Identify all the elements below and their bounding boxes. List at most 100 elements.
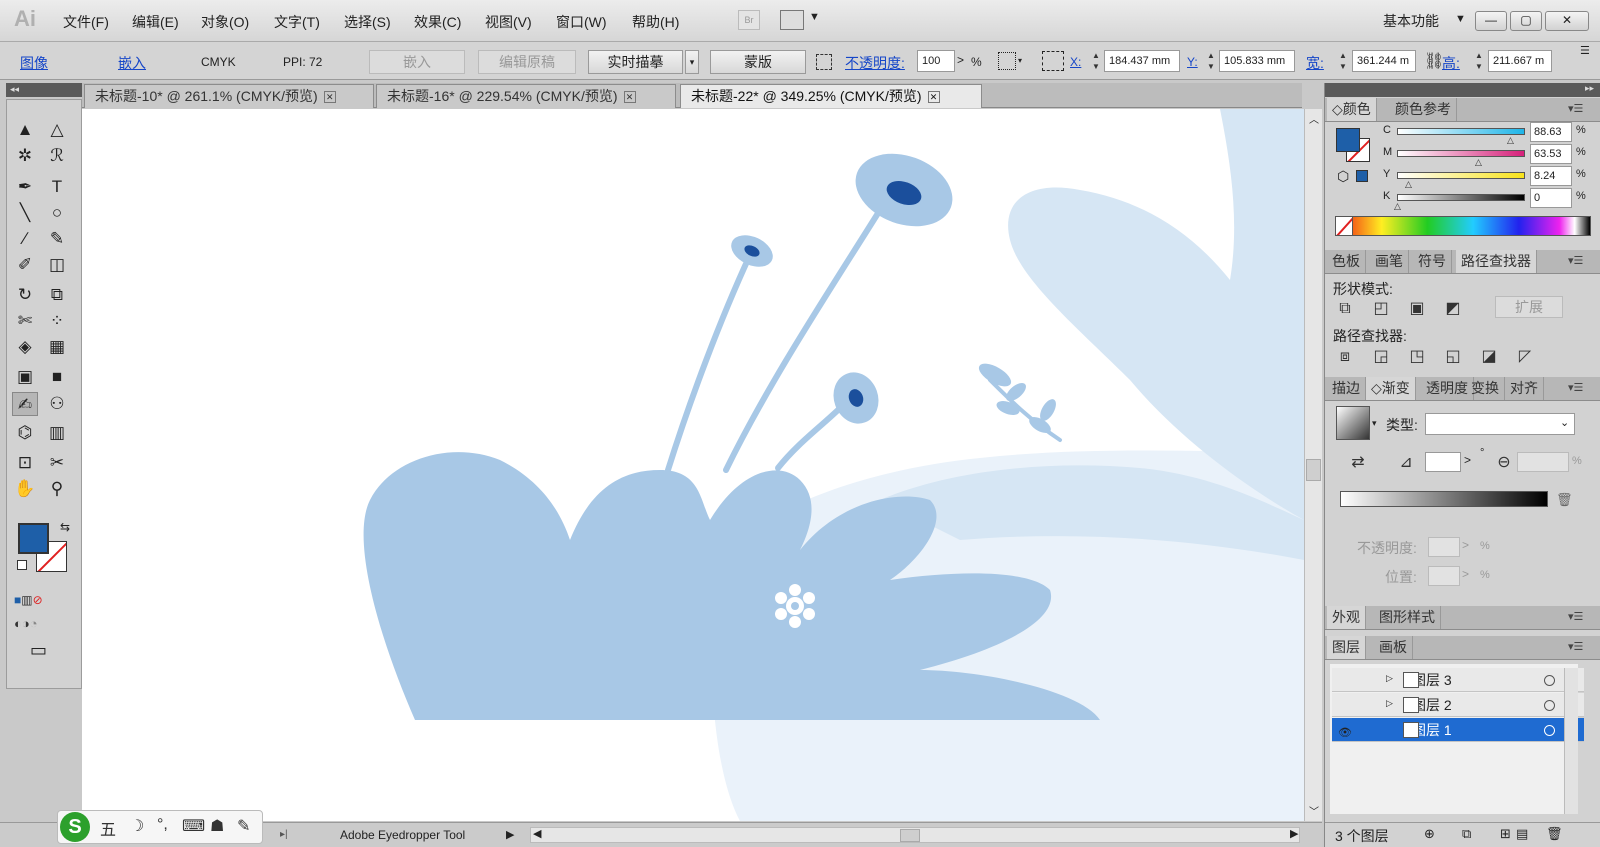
expand-layer-icon[interactable]: ▷ — [1386, 673, 1393, 684]
gradient-opacity-arrow-icon[interactable]: > — [1462, 538, 1469, 552]
scroll-down-icon[interactable]: ﹀ — [1309, 803, 1319, 818]
minimize-button[interactable]: — — [1475, 11, 1507, 31]
menu-object[interactable]: 对象(O) — [201, 12, 249, 32]
layers-scrollbar[interactable] — [1564, 668, 1578, 814]
toolbar-header[interactable]: ◂◂ — [6, 83, 82, 97]
image-label[interactable]: 图像 — [20, 53, 48, 73]
tab-symbols[interactable]: 符号 — [1413, 250, 1452, 273]
y-input[interactable]: 105.833 mm — [1219, 50, 1295, 72]
zoom-tool-icon[interactable]: ⚲ — [44, 477, 70, 501]
tab-brushes[interactable]: 画笔 — [1370, 250, 1409, 273]
tab-pathfinder[interactable]: 路径查找器 — [1456, 250, 1537, 273]
transform-reference-icon[interactable] — [1042, 51, 1064, 71]
gradient-opacity-input[interactable] — [1428, 537, 1460, 557]
channel-y-input[interactable]: 8.24 — [1530, 166, 1572, 186]
hand-tool-icon[interactable]: ✋ — [12, 477, 38, 501]
artboard-tool-icon[interactable]: ⊡ — [12, 451, 38, 475]
channel-y-slider[interactable] — [1397, 172, 1525, 179]
scale-tool-icon[interactable]: ⧉ — [44, 283, 70, 307]
pathfinder-menu-icon[interactable]: ▾☰ — [1568, 254, 1583, 267]
ime-user-icon[interactable]: ☗ — [210, 816, 224, 836]
close-icon[interactable]: ✕ — [927, 91, 940, 104]
bridge-button[interactable]: Br — [738, 10, 760, 30]
tab-document-2[interactable]: 未标题-16* @ 229.54% (CMYK/预览) ✕ — [376, 84, 676, 108]
arrange-documents-icon[interactable] — [780, 10, 804, 30]
layer-target-icon[interactable] — [1544, 725, 1555, 736]
tab-appearance[interactable]: 外观 — [1327, 606, 1366, 629]
ime-wubi[interactable]: 五 — [100, 816, 116, 840]
expand-button[interactable]: 扩展 — [1495, 296, 1563, 318]
menu-edit[interactable]: 编辑(E) — [132, 12, 179, 32]
exclude-icon[interactable]: ◩ — [1442, 298, 1464, 318]
tab-transform[interactable]: 变换 — [1466, 377, 1505, 400]
none-mode-icon[interactable]: ⊘ — [33, 593, 43, 607]
swap-colors-icon[interactable]: ⇆ — [60, 520, 70, 534]
draw-inside-icon[interactable]: ◔ — [30, 616, 38, 631]
blob-brush-tool-icon[interactable]: ✐ — [12, 253, 38, 277]
maximize-button[interactable]: ▢ — [1510, 11, 1542, 31]
x-spinner[interactable]: ▲ ▼ — [1090, 50, 1102, 72]
mask-button[interactable]: 蒙版 — [710, 50, 806, 74]
workspace-switcher[interactable]: 基本功能 — [1383, 11, 1439, 31]
rotate-tool-icon[interactable]: ↻ — [12, 283, 38, 307]
direct-selection-tool-icon[interactable]: △ — [44, 118, 70, 142]
free-transform-tool-icon[interactable]: ⁘ — [44, 309, 70, 333]
pen-tool-icon[interactable]: ✒ — [12, 175, 38, 199]
tab-document-1[interactable]: 未标题-10* @ 261.1% (CMYK/预览) ✕ — [84, 84, 374, 108]
gradient-preview-chevron-icon[interactable]: ▾ — [1372, 418, 1377, 429]
ellipse-tool-icon[interactable]: ○ — [44, 201, 70, 225]
panel-dock-header[interactable]: ▸▸ — [1325, 83, 1600, 97]
menu-file[interactable]: 文件(F) — [63, 12, 109, 32]
trim-icon[interactable]: ◲ — [1370, 346, 1392, 366]
crop-pathfinder-icon[interactable]: ◱ — [1442, 346, 1464, 366]
horizontal-scroll-thumb[interactable] — [900, 829, 920, 842]
ime-moon-icon[interactable]: ☽ — [130, 816, 144, 836]
width-label[interactable]: 宽: — [1306, 53, 1324, 73]
lasso-tool-icon[interactable]: ℛ — [44, 144, 70, 168]
artboard-canvas[interactable] — [82, 109, 1304, 821]
draw-normal-icon[interactable]: ◐ — [14, 616, 22, 631]
new-layer-icon[interactable]: ▤ — [1516, 826, 1528, 842]
opacity-label[interactable]: 不透明度: — [845, 53, 905, 73]
color-fill-swatch[interactable] — [1336, 128, 1360, 152]
color-spectrum-bar[interactable] — [1335, 216, 1591, 236]
tab-color-guide[interactable]: 颜色参考 — [1390, 98, 1457, 121]
none-color-icon[interactable] — [1335, 216, 1353, 236]
trace-options-icon[interactable]: ▾ — [685, 50, 699, 74]
minus-front-icon[interactable]: ◰ — [1370, 298, 1392, 318]
live-trace-button[interactable]: 实时描摹 — [588, 50, 683, 74]
workspace-chevron-icon[interactable]: ▼ — [1455, 13, 1466, 25]
embed-link[interactable]: 嵌入 — [118, 53, 146, 73]
gradient-tool-icon[interactable]: ■ — [44, 365, 70, 389]
gradient-slider[interactable] — [1340, 491, 1548, 507]
gradient-menu-icon[interactable]: ▾☰ — [1568, 381, 1583, 394]
width-spinner[interactable]: ▲ ▼ — [1337, 50, 1349, 72]
column-graph-tool-icon[interactable]: ▥ — [44, 421, 70, 445]
locate-object-icon[interactable]: ⊕ — [1424, 826, 1435, 842]
height-label[interactable]: 高: — [1442, 53, 1460, 73]
draw-behind-icon[interactable]: ◑ — [22, 616, 30, 631]
gradient-position-arrow-icon[interactable]: > — [1462, 567, 1469, 581]
x-label[interactable]: X: — [1070, 55, 1081, 69]
layers-menu-icon[interactable]: ▾☰ — [1568, 640, 1583, 653]
type-tool-icon[interactable]: T — [44, 175, 70, 199]
gradient-aspect-input[interactable] — [1517, 452, 1569, 472]
ime-keyboard-icon[interactable]: ⌨ — [182, 816, 205, 836]
default-colors-icon[interactable] — [17, 560, 27, 570]
status-nav-icon[interactable]: ▸| — [280, 829, 288, 840]
selection-tool-icon[interactable]: ▲ — [12, 118, 38, 142]
magic-wand-tool-icon[interactable]: ✲ — [12, 144, 38, 168]
width-input[interactable]: 361.244 m — [1352, 50, 1416, 72]
screen-mode-icon[interactable]: ▭ — [30, 640, 47, 661]
layer-target-icon[interactable] — [1544, 675, 1555, 686]
delete-layer-icon[interactable]: 🗑 — [1546, 826, 1563, 842]
intersect-icon[interactable]: ▣ — [1406, 298, 1428, 318]
control-menu-icon[interactable]: ☰ — [1580, 44, 1590, 57]
mesh-tool-icon[interactable]: ▣ — [12, 365, 38, 389]
shape-builder-tool-icon[interactable]: ◈ — [12, 335, 38, 359]
channel-m-input[interactable]: 63.53 — [1530, 144, 1572, 164]
menu-effect[interactable]: 效果(C) — [414, 12, 461, 32]
out-of-gamut-icon[interactable]: ⬡ — [1337, 168, 1349, 185]
appearance-menu-icon[interactable]: ▾☰ — [1568, 610, 1583, 623]
gradient-mode-icon[interactable]: ▥ — [21, 593, 32, 607]
